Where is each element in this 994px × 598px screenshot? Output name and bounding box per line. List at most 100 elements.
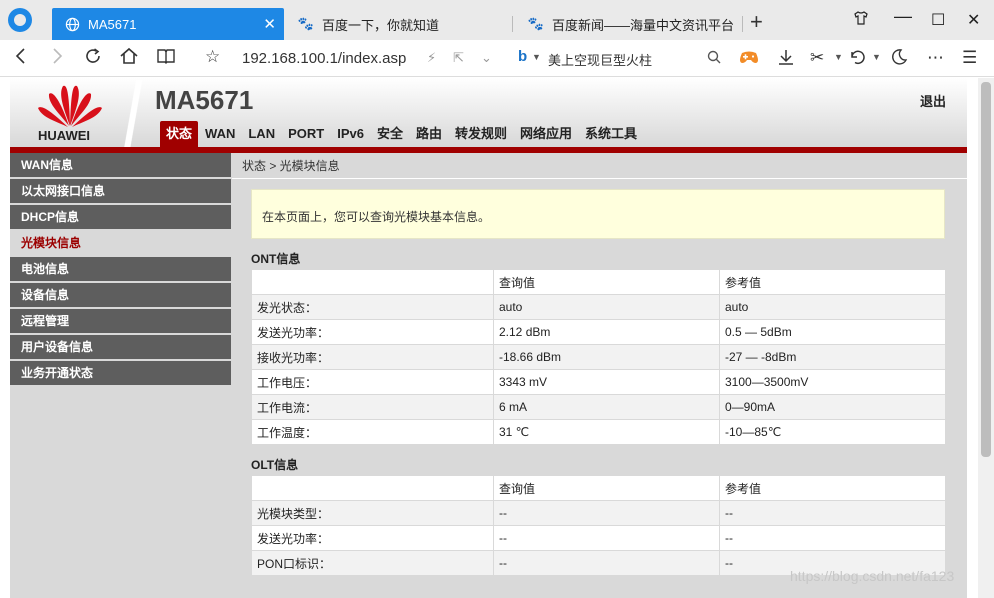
table-header-cell: 查询值 [493, 269, 720, 295]
baidu-paw-icon: 🐾 [297, 16, 315, 31]
url-input[interactable]: 192.168.100.1/index.asp [242, 50, 406, 67]
maximize-icon[interactable]: ☐ [931, 10, 945, 30]
header-divider [122, 80, 144, 150]
reference-value: -- [719, 500, 946, 526]
tab-ma5671[interactable]: MA5671 ✕ [52, 8, 284, 40]
ont-table: 查询值 参考值 发光状态： auto auto 发送光功率： 2.12 dBm … [251, 269, 946, 445]
sidebar-item-optical-module-info[interactable]: 光模块信息 [10, 231, 231, 255]
query-value: -- [493, 500, 720, 526]
forward-icon[interactable] [49, 47, 65, 70]
more-icon[interactable]: ⋯ [927, 48, 944, 68]
row-label: 工作电压： [251, 369, 494, 395]
table-row: 光模块类型： -- -- [251, 500, 946, 526]
nav-system-tools[interactable]: 系统工具 [579, 121, 643, 147]
reading-mode-icon[interactable] [156, 47, 176, 70]
table-header-cell: 参考值 [719, 269, 946, 295]
query-value: 6 mA [493, 394, 720, 420]
reference-value: 0—90mA [719, 394, 946, 420]
tab-title: 百度新闻——海量中文资讯平台 [552, 17, 735, 33]
row-label: 工作温度： [251, 419, 494, 445]
sidebar-item-battery-info[interactable]: 电池信息 [10, 257, 231, 281]
gamepad-icon[interactable] [738, 48, 760, 71]
tab-divider [512, 16, 513, 32]
reference-value: auto [719, 294, 946, 320]
scissors-icon[interactable]: ✂ [810, 48, 824, 68]
watermark: https://blog.csdn.net/fa123 [790, 568, 955, 584]
tab-baidu-news[interactable]: 🐾 百度新闻——海量中文资讯平台 [516, 8, 742, 40]
sidebar-item-device-info[interactable]: 设备信息 [10, 283, 231, 307]
night-mode-moon-icon[interactable] [890, 48, 908, 71]
row-label: PON口标识： [251, 550, 494, 576]
olt-section-title: OLT信息 [251, 458, 299, 472]
share-icon[interactable]: ⇱ [453, 50, 464, 66]
sidebar: WAN信息 以太网接口信息 DHCP信息 光模块信息 电池信息 设备信息 远程管… [10, 153, 231, 598]
favorite-star-icon[interactable]: ☆ [205, 47, 220, 67]
nav-route[interactable]: 路由 [410, 121, 448, 147]
reference-value: 0.5 — 5dBm [719, 319, 946, 345]
table-header-row: 查询值 参考值 [251, 269, 946, 295]
menu-icon[interactable]: ☰ [962, 48, 977, 68]
address-toolbar: ☆ 192.168.100.1/index.asp ⚡ ⇱ ⌄ b ▼ 美上空现… [0, 40, 994, 77]
breadcrumb: 状态 > 光模块信息 [242, 159, 340, 173]
query-value: auto [493, 294, 720, 320]
caret-down-icon[interactable]: ▼ [872, 52, 881, 62]
bing-search-icon[interactable]: b [518, 48, 527, 65]
sidebar-item-remote-management[interactable]: 远程管理 [10, 309, 231, 333]
nav-wan[interactable]: WAN [199, 121, 241, 147]
huawei-logo: HUAWEI [10, 78, 128, 148]
scrollbar-thumb[interactable] [981, 82, 991, 457]
table-header-row: 查询值 参考值 [251, 475, 946, 501]
logout-link[interactable]: 退出 [920, 91, 946, 110]
sidebar-item-ethernet-info[interactable]: 以太网接口信息 [10, 179, 231, 203]
query-value: -18.66 dBm [493, 344, 720, 370]
sidebar-item-wan-info[interactable]: WAN信息 [10, 153, 231, 177]
tab-baidu[interactable]: 🐾 百度一下，你就知道 [286, 8, 512, 40]
search-icon[interactable] [707, 50, 721, 68]
olt-table: 查询值 参考值 光模块类型： -- -- 发送光功率： -- -- PON口标识… [251, 475, 946, 576]
nav-port[interactable]: PORT [282, 121, 330, 147]
home-icon[interactable] [119, 47, 139, 70]
nav-network-apps[interactable]: 网络应用 [514, 121, 578, 147]
globe-icon [64, 16, 80, 32]
caret-down-icon[interactable]: ▼ [834, 52, 843, 62]
query-value: 2.12 dBm [493, 319, 720, 345]
shirt-skin-icon[interactable] [853, 10, 869, 31]
brand-text: HUAWEI [38, 128, 90, 143]
table-row: 发送光功率： -- -- [251, 525, 946, 551]
browser-tab-bar: MA5671 ✕ 🐾 百度一下，你就知道 🐾 百度新闻——海量中文资讯平台 + … [0, 0, 994, 40]
lightning-icon[interactable]: ⚡ [427, 50, 436, 66]
back-icon[interactable] [13, 47, 29, 70]
nav-lan[interactable]: LAN [242, 121, 281, 147]
close-window-icon[interactable]: ✕ [967, 10, 980, 30]
table-header-cell [251, 475, 494, 501]
row-label: 发送光功率： [251, 319, 494, 345]
reference-value: -10—85℃ [719, 419, 946, 445]
new-tab-icon[interactable]: + [750, 11, 763, 33]
chevron-down-icon[interactable]: ⌄ [481, 50, 492, 66]
caret-down-icon[interactable]: ▼ [532, 52, 541, 62]
table-row: 工作电流： 6 mA 0—90mA [251, 394, 946, 420]
nav-status[interactable]: 状态 [160, 121, 199, 147]
row-label: 工作电流： [251, 394, 494, 420]
nav-security[interactable]: 安全 [371, 121, 409, 147]
undo-icon[interactable] [849, 48, 867, 71]
download-icon[interactable] [777, 48, 795, 71]
search-input[interactable]: 美上空现巨型火柱 [548, 50, 652, 69]
sidebar-item-service-status[interactable]: 业务开通状态 [10, 361, 231, 385]
table-row: 工作电压： 3343 mV 3100—3500mV [251, 369, 946, 395]
reference-value: -- [719, 525, 946, 551]
ont-section-title: ONT信息 [251, 252, 301, 266]
table-header-cell [251, 269, 494, 295]
query-value: -- [493, 525, 720, 551]
sidebar-item-user-device-info[interactable]: 用户设备信息 [10, 335, 231, 359]
row-label: 发光状态： [251, 294, 494, 320]
reload-icon[interactable] [84, 47, 102, 70]
table-row: 接收光功率： -18.66 dBm -27 — -8dBm [251, 344, 946, 370]
sidebar-item-dhcp-info[interactable]: DHCP信息 [10, 205, 231, 229]
nav-forward-rules[interactable]: 转发规则 [449, 121, 513, 147]
minimize-icon[interactable]: — [894, 6, 912, 27]
nav-ipv6[interactable]: IPv6 [331, 121, 370, 147]
query-value: 31 ℃ [493, 419, 720, 445]
close-tab-icon[interactable]: ✕ [263, 15, 276, 33]
reference-value: 3100—3500mV [719, 369, 946, 395]
